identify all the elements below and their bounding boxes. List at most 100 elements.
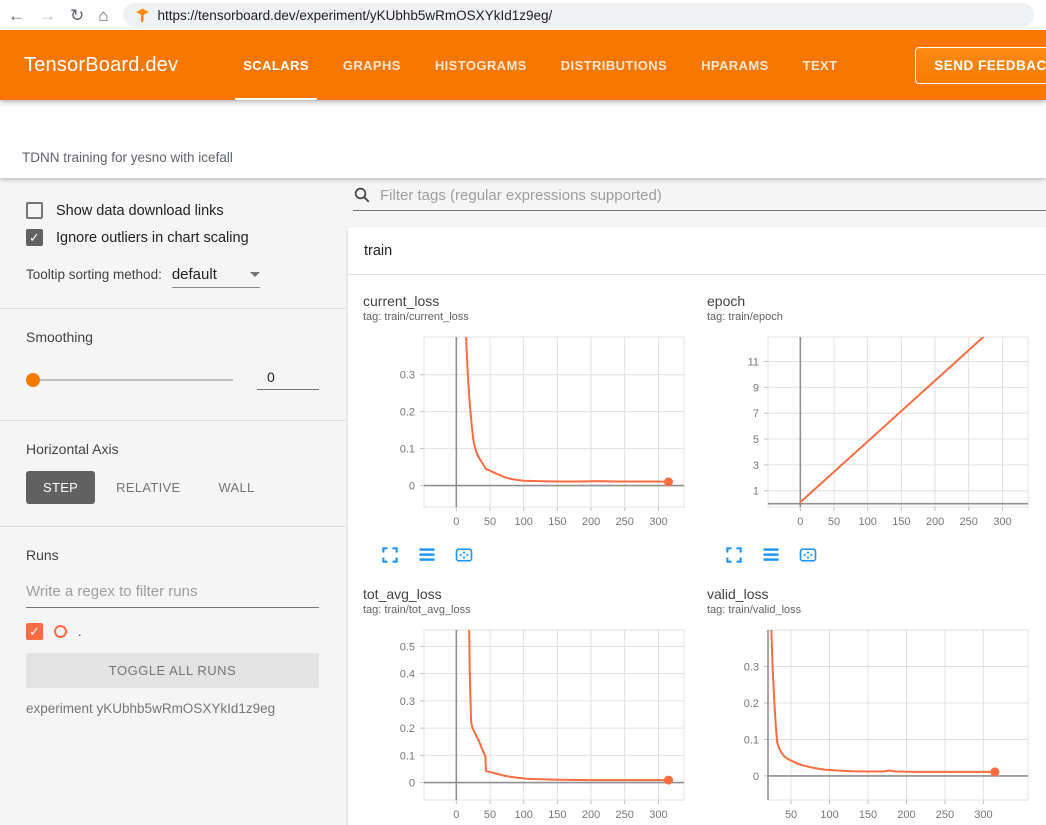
- runs-filter: [26, 581, 319, 608]
- line-chart[interactable]: 05010015020025030000.10.20.30.40.5: [360, 626, 694, 825]
- svg-text:0.3: 0.3: [400, 370, 415, 382]
- checkbox-icon[interactable]: ✓: [26, 229, 43, 246]
- run-row[interactable]: ✓ .: [26, 623, 319, 640]
- toggle-all-runs-button[interactable]: TOGGLE ALL RUNS: [26, 653, 319, 688]
- address-bar[interactable]: https://tensorboard.dev/experiment/yKUbh…: [123, 3, 1034, 27]
- svg-text:0: 0: [753, 771, 759, 783]
- app-title: TensorBoard.dev: [24, 54, 178, 77]
- chart-tag: tag: train/epoch: [707, 311, 1038, 323]
- svg-text:0: 0: [453, 516, 459, 528]
- charts-grid: current_loss tag: train/current_loss 050…: [348, 275, 1046, 825]
- runs-regex-input[interactable]: [26, 581, 319, 608]
- chart-title: current_loss: [363, 293, 694, 309]
- axis-relative-button[interactable]: RELATIVE: [99, 471, 197, 504]
- chart-title: epoch: [707, 293, 1038, 309]
- svg-text:300: 300: [993, 516, 1011, 528]
- reload-icon[interactable]: ↻: [70, 7, 84, 24]
- tooltip-sorting-label: Tooltip sorting method:: [26, 267, 162, 282]
- svg-text:200: 200: [897, 809, 915, 821]
- browser-toolbar: ← → ↻ ⌂ https://tensorboard.dev/experime…: [0, 0, 1046, 30]
- chart-card-valid-loss: valid_loss tag: train/valid_loss 5010015…: [704, 586, 1038, 825]
- chart-actions: [724, 542, 1038, 568]
- send-feedback-button[interactable]: SEND FEEDBACK: [915, 47, 1046, 84]
- home-icon[interactable]: ⌂: [98, 7, 108, 24]
- data-rows-icon[interactable]: [417, 545, 437, 565]
- experiment-id-label: experiment yKUbhb5wRmOSXYkId1z9eg: [26, 701, 319, 716]
- tab-hparams[interactable]: HPARAMS: [684, 30, 786, 100]
- svg-text:100: 100: [820, 809, 838, 821]
- line-chart[interactable]: 5010015020025030000.10.20.3: [704, 626, 1038, 825]
- ignore-outliers-checkbox[interactable]: ✓ Ignore outliers in chart scaling: [26, 229, 319, 246]
- fullscreen-icon[interactable]: [380, 545, 400, 565]
- svg-text:300: 300: [974, 809, 992, 821]
- svg-text:0.4: 0.4: [400, 669, 415, 681]
- tag-group-header[interactable]: train: [348, 227, 1046, 275]
- tag-filter-row: [353, 186, 1046, 211]
- svg-text:0.3: 0.3: [744, 661, 759, 673]
- tab-histograms[interactable]: HISTOGRAMS: [418, 30, 544, 100]
- line-chart[interactable]: 0501001502002503001357911: [704, 333, 1038, 538]
- slider-thumb[interactable]: [26, 373, 40, 387]
- chevron-down-icon: [250, 272, 260, 277]
- svg-text:0.2: 0.2: [400, 407, 415, 419]
- svg-text:0.1: 0.1: [400, 750, 415, 762]
- tag-filter-input[interactable]: [380, 187, 1046, 204]
- line-chart[interactable]: 05010015020025030000.10.20.3: [360, 333, 694, 538]
- checkbox-label: Show data download links: [56, 203, 224, 219]
- tab-scalars[interactable]: SCALARS: [226, 30, 326, 100]
- tooltip-sorting-select[interactable]: default: [172, 266, 260, 288]
- horizontal-axis-buttons: STEP RELATIVE WALL: [26, 471, 319, 504]
- forward-icon[interactable]: →: [39, 7, 56, 24]
- chart-title: tot_avg_loss: [363, 586, 694, 602]
- checkbox-label: Ignore outliers in chart scaling: [56, 230, 249, 246]
- svg-text:0: 0: [797, 516, 803, 528]
- svg-text:0: 0: [409, 778, 415, 790]
- tooltip-sorting-row: Tooltip sorting method: default: [26, 266, 319, 288]
- svg-text:0.3: 0.3: [400, 696, 415, 708]
- search-icon: [353, 186, 371, 204]
- back-icon[interactable]: ←: [8, 7, 25, 24]
- run-checkbox[interactable]: ✓: [26, 623, 43, 640]
- horizontal-axis-label: Horizontal Axis: [26, 441, 319, 457]
- tab-distributions[interactable]: DISTRIBUTIONS: [544, 30, 684, 100]
- experiment-strip: TDNN training for yesno with icefall: [0, 100, 1046, 178]
- run-name: .: [78, 624, 82, 639]
- axis-wall-button[interactable]: WALL: [201, 471, 271, 504]
- svg-text:100: 100: [515, 809, 533, 821]
- fullscreen-icon[interactable]: [724, 545, 744, 565]
- fit-domain-icon[interactable]: [454, 545, 474, 565]
- smoothing-value-field[interactable]: 0: [257, 369, 319, 390]
- svg-text:7: 7: [753, 408, 759, 420]
- chart-card-current-loss: current_loss tag: train/current_loss 050…: [360, 293, 694, 568]
- tensorboard-favicon: [135, 8, 150, 23]
- data-rows-icon[interactable]: [761, 545, 781, 565]
- svg-text:150: 150: [548, 809, 566, 821]
- checkbox-icon[interactable]: [26, 202, 43, 219]
- settings-sidebar: Show data download links ✓ Ignore outlie…: [0, 178, 345, 825]
- fit-domain-icon[interactable]: [798, 545, 818, 565]
- axis-step-button[interactable]: STEP: [26, 471, 95, 504]
- svg-text:100: 100: [515, 516, 533, 528]
- svg-text:0: 0: [453, 809, 459, 821]
- svg-text:0.2: 0.2: [400, 723, 415, 735]
- smoothing-slider-row: 0: [26, 369, 319, 390]
- main-area: train current_loss tag: train/current_lo…: [345, 178, 1046, 825]
- svg-text:0: 0: [409, 481, 415, 493]
- chart-actions: [380, 542, 694, 568]
- show-download-links-checkbox[interactable]: Show data download links: [26, 202, 319, 219]
- chart-title: valid_loss: [707, 586, 1038, 602]
- tab-text[interactable]: TEXT: [786, 30, 855, 100]
- svg-text:200: 200: [926, 516, 944, 528]
- svg-text:200: 200: [582, 809, 600, 821]
- runs-label: Runs: [26, 547, 319, 563]
- svg-text:1: 1: [753, 486, 759, 498]
- svg-text:100: 100: [859, 516, 877, 528]
- tab-graphs[interactable]: GRAPHS: [326, 30, 418, 100]
- selected-value: default: [172, 266, 217, 283]
- smoothing-slider[interactable]: [26, 379, 233, 381]
- svg-text:250: 250: [960, 516, 978, 528]
- svg-text:50: 50: [828, 516, 840, 528]
- run-color-swatch: [54, 625, 67, 638]
- divider: [0, 308, 345, 309]
- svg-text:50: 50: [785, 809, 797, 821]
